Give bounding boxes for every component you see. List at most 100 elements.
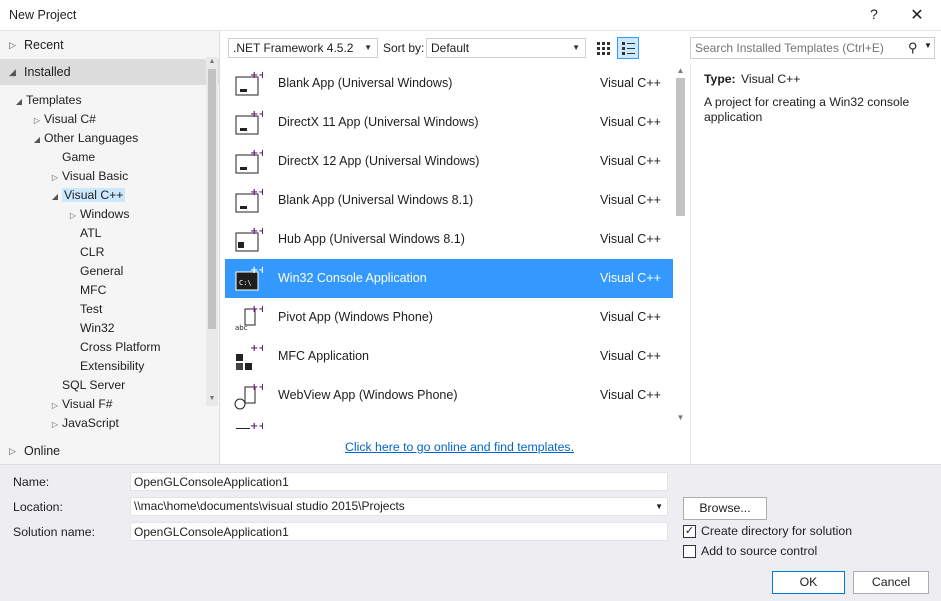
name-label: Name:	[13, 475, 50, 489]
chevron-down-icon: ▼	[655, 502, 663, 511]
blank-app-icon: ++	[233, 186, 267, 216]
tree-item[interactable]: ▷ Windows	[66, 205, 130, 225]
tree-item[interactable]: ◢ Templates	[12, 91, 82, 110]
template-tree: ◢ Templates ▷ Visual C# ◢ Other Languages Game…	[0, 89, 205, 437]
small-icons-view-button[interactable]	[594, 39, 612, 57]
tree-item-label: Visual F#	[62, 397, 113, 411]
webview-app-icon: ++	[233, 381, 267, 411]
tree-item[interactable]: ◢ Visual C++	[48, 186, 126, 206]
tree-item[interactable]: Cross Platform	[66, 338, 161, 357]
template-row[interactable]: ++ Hub App (Universal Windows 8.1) Visual …	[225, 220, 673, 259]
expand-arrow-icon[interactable]: ▷	[48, 415, 62, 434]
search-icon[interactable]: ⚲	[908, 40, 918, 56]
collapse-arrow-icon[interactable]: ◢	[48, 187, 62, 206]
tree-item[interactable]: Game	[48, 148, 95, 167]
section-installed[interactable]: ◢ Installed	[0, 59, 220, 85]
template-language: Visual C++	[600, 388, 661, 402]
framework-select[interactable]: .NET Framework 4.5.2 ▼	[228, 38, 378, 58]
section-online[interactable]: ▷ Online	[0, 438, 220, 464]
name-field[interactable]	[130, 472, 668, 491]
collapse-arrow-icon[interactable]: ◢	[30, 130, 44, 149]
section-recent-label: Recent	[24, 38, 64, 52]
chevron-down-icon: ▼	[364, 43, 372, 52]
template-list-scrollbar-thumb[interactable]	[676, 78, 685, 216]
online-templates-link[interactable]: Click here to go online and find templat…	[345, 440, 574, 454]
template-name: Win32 Console Application	[278, 271, 427, 285]
tree-item-label: Game	[62, 150, 96, 164]
expand-arrow-icon[interactable]: ▷	[48, 168, 62, 187]
solution-name-field[interactable]	[130, 522, 668, 541]
tree-item[interactable]: ▷ Visual F#	[48, 395, 113, 414]
template-row[interactable]: abc ++ Pivot App (Windows Phone) Visual C++	[225, 298, 673, 337]
template-name: Blank App (Universal Windows)	[278, 76, 453, 90]
collapse-arrow-icon[interactable]: ◢	[12, 92, 26, 111]
project-icon: ++	[233, 420, 267, 436]
ok-button[interactable]: OK	[772, 571, 845, 594]
expand-arrow-icon[interactable]: ▷	[48, 396, 62, 415]
tree-item[interactable]: ▷ JavaScript	[48, 414, 119, 433]
tree-item[interactable]: MFC	[66, 281, 106, 300]
template-name: Hub App (Universal Windows 8.1)	[278, 232, 465, 246]
svg-text:++: ++	[250, 304, 263, 315]
close-button[interactable]: ✕	[907, 5, 927, 25]
template-row-partial[interactable]: ++	[225, 415, 673, 436]
sort-by-label: Sort by:	[383, 41, 425, 55]
template-language: Visual C++	[600, 232, 661, 246]
template-language: Visual C++	[600, 193, 661, 207]
search-input[interactable]	[695, 40, 905, 56]
help-button[interactable]: ?	[866, 6, 882, 24]
tree-item[interactable]: Test	[66, 300, 102, 319]
template-row[interactable]: ++ WebView App (Windows Phone) Visual C++	[225, 376, 673, 415]
template-row[interactable]: ++ DirectX 11 App (Universal Windows) Visu…	[225, 103, 673, 142]
title-bar	[0, 0, 941, 31]
template-row[interactable]: ++ Blank App (Universal Windows 8.1) Visua…	[225, 181, 673, 220]
tree-item[interactable]: CLR	[66, 243, 104, 262]
expand-arrow-icon[interactable]: ▷	[66, 206, 80, 225]
svg-text:++: ++	[250, 148, 263, 159]
template-row[interactable]: ++ DirectX 12 App (Universal Windows) Visu…	[225, 142, 673, 181]
tree-item[interactable]: ▷ Visual Basic	[48, 167, 128, 186]
svg-text:++: ++	[250, 343, 263, 354]
tree-item[interactable]: ▷ Visual C#	[30, 110, 96, 129]
tree-item-label: Test	[80, 302, 103, 316]
sort-by-select[interactable]: Default ▼	[426, 38, 586, 58]
tree-item-label: Visual C++	[62, 188, 126, 202]
create-directory-checkbox[interactable]: ✓	[683, 525, 696, 538]
template-row[interactable]: ++ Blank App (Universal Windows) Visual C+…	[225, 64, 673, 103]
template-language: Visual C++	[600, 271, 661, 285]
expand-arrow-icon[interactable]: ▷	[30, 111, 44, 130]
browse-button[interactable]: Browse...	[683, 497, 767, 520]
template-language: Visual C++	[600, 310, 661, 324]
chevron-down-icon[interactable]: ▼	[924, 41, 932, 50]
type-label: Type:	[704, 72, 736, 86]
tree-scrollbar-thumb[interactable]	[208, 69, 216, 329]
template-row[interactable]: ++ MFC Application Visual C++	[225, 337, 673, 376]
template-name: Pivot App (Windows Phone)	[278, 310, 433, 324]
grid-view-icon	[597, 42, 610, 55]
directx-app-icon: ++	[233, 147, 267, 177]
scroll-down-icon[interactable]: ▼	[206, 395, 218, 405]
hub-app-icon: ++	[233, 225, 267, 255]
scroll-down-icon[interactable]: ▼	[673, 413, 688, 422]
scroll-up-icon[interactable]: ▲	[206, 58, 218, 68]
location-select[interactable]: \\mac\home\documents\visual studio 2015\…	[130, 497, 668, 516]
cancel-button[interactable]: Cancel	[853, 571, 929, 594]
section-recent[interactable]: ▷ Recent	[0, 32, 220, 58]
location-label: Location:	[13, 500, 63, 514]
tree-item[interactable]: ◢ Other Languages	[30, 129, 138, 148]
section-installed-label: Installed	[24, 65, 71, 79]
tree-item[interactable]: SQL Server	[48, 376, 125, 395]
source-control-checkbox[interactable]	[683, 545, 696, 558]
svg-text:abc: abc	[235, 324, 248, 332]
tree-item[interactable]: Win32	[66, 319, 115, 338]
type-value: Visual C++	[741, 72, 801, 86]
tree-item[interactable]: Extensibility	[66, 357, 144, 376]
scroll-up-icon[interactable]: ▲	[673, 66, 688, 75]
svg-text:++: ++	[250, 187, 263, 198]
tree-item[interactable]: ATL	[66, 224, 101, 243]
pivot-app-icon: abc ++	[233, 303, 267, 333]
template-source-pane: ▷ Recent ◢ Installed ◢ Templates ▷ Visual C…	[0, 31, 220, 464]
tree-item[interactable]: General	[66, 262, 123, 281]
template-row[interactable]: C:\ ++ Win32 Console Application Visual C++	[225, 259, 673, 298]
medium-icons-view-button[interactable]	[617, 37, 639, 59]
